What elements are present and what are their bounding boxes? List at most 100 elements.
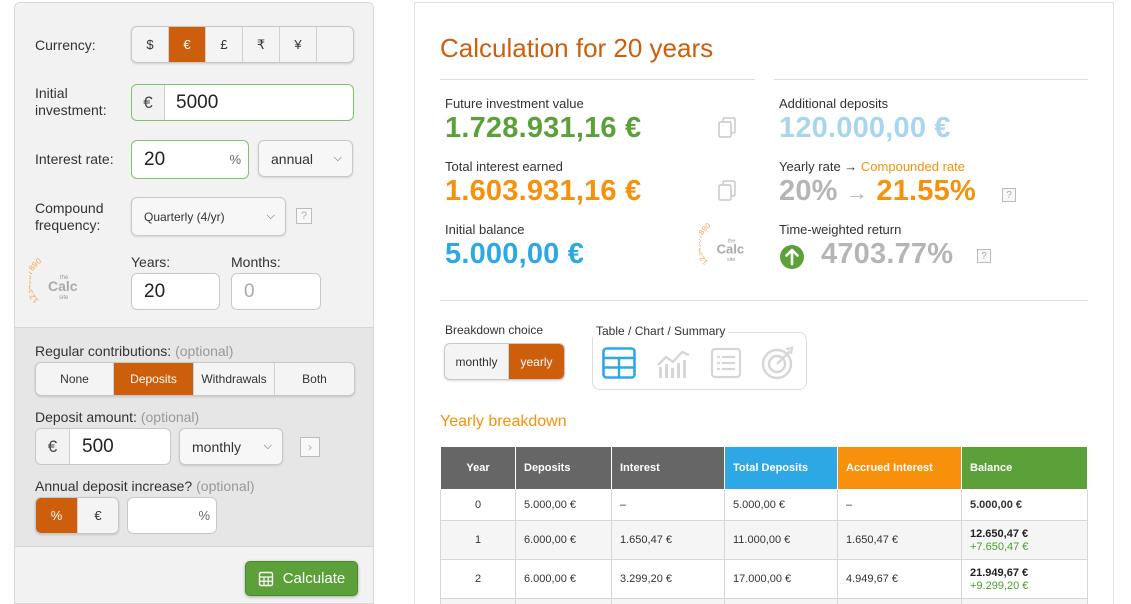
summary-view-icon[interactable] bbox=[710, 347, 742, 379]
compounded-rate-value: 21.55% bbox=[876, 175, 976, 207]
contribution-type-selector: None Deposits Withdrawals Both bbox=[35, 362, 355, 396]
future-value: 1.728.931,16 € bbox=[445, 112, 642, 144]
months-label: Months: bbox=[231, 254, 281, 270]
table-row: 2 6.000,00 € 3.299,20 € 17.000,00 € 4.94… bbox=[440, 559, 1088, 599]
calculate-button[interactable]: Calculate bbox=[245, 561, 358, 596]
contribution-none[interactable]: None bbox=[36, 363, 114, 395]
months-input[interactable]: 0 bbox=[231, 273, 321, 310]
total-interest-value: 1.603.931,16 € bbox=[445, 175, 642, 207]
breakdown-choice-label: Breakdown choice bbox=[445, 323, 544, 337]
interest-rate-input[interactable]: 20 % bbox=[131, 140, 249, 179]
increase-percent[interactable]: % bbox=[36, 498, 78, 533]
currency-prefix: € bbox=[36, 429, 70, 464]
balance-cell: 5.000,00 € bbox=[961, 489, 1088, 521]
additional-deposits-label: Additional deposits bbox=[779, 96, 889, 111]
calculator-form-panel: Currency: $ € £ ₹ ¥ Initial investment: … bbox=[14, 2, 374, 604]
increase-type-selector: % € bbox=[35, 497, 119, 534]
currency-eur[interactable]: € bbox=[169, 27, 206, 62]
currency-gbp[interactable]: £ bbox=[206, 27, 243, 62]
col-deposits[interactable]: Deposits bbox=[515, 446, 612, 490]
results-panel: Calculation for 20 years Future investme… bbox=[414, 2, 1114, 604]
chevron-down-icon: ⌵ bbox=[266, 210, 275, 222]
rate-values: 20% → 21.55% bbox=[779, 175, 976, 208]
col-total-deposits[interactable]: Total Deposits bbox=[724, 446, 838, 490]
compound-frequency-label: Compound frequency: bbox=[35, 200, 104, 233]
table-row: 0 5.000,00 € – 5.000,00 € – 5.000,00 € bbox=[440, 489, 1088, 521]
arrow-up-circle-icon bbox=[780, 245, 804, 269]
col-interest[interactable]: Interest bbox=[611, 446, 725, 490]
table-view-icon[interactable] bbox=[602, 347, 636, 379]
balance-cell: 12.650,47 € +7.650,47 € bbox=[961, 520, 1088, 560]
chevron-down-icon: ⌵ bbox=[333, 152, 342, 164]
initial-balance-label: Initial balance bbox=[445, 222, 525, 237]
currency-prefix: € bbox=[132, 85, 165, 120]
deposit-amount-input[interactable]: € 500 bbox=[35, 428, 171, 465]
currency-jpy[interactable]: ¥ bbox=[280, 27, 317, 62]
contribution-both[interactable]: Both bbox=[275, 363, 354, 395]
future-value-label: Future investment value bbox=[445, 96, 584, 111]
col-year[interactable]: Year bbox=[440, 446, 516, 490]
twr-value: 4703.77% bbox=[821, 238, 954, 270]
help-icon[interactable]: ? bbox=[977, 249, 991, 263]
thecalcsite-logo: 1234567890 the Calc site bbox=[29, 256, 78, 305]
breakdown-yearly[interactable]: yearly bbox=[509, 344, 564, 379]
annual-increase-label: Annual deposit increase? (optional) bbox=[35, 478, 255, 494]
chart-view-icon[interactable] bbox=[656, 347, 692, 379]
contribution-withdrawals[interactable]: Withdrawals bbox=[194, 363, 275, 395]
divider bbox=[440, 300, 1088, 301]
total-interest-label: Total interest earned bbox=[445, 159, 563, 174]
col-accrued-interest[interactable]: Accrued Interest bbox=[837, 446, 962, 490]
svg-text:Calc: Calc bbox=[48, 278, 78, 294]
contribution-deposits[interactable]: Deposits bbox=[114, 363, 194, 395]
results-title: Calculation for 20 years bbox=[440, 33, 714, 63]
percent-suffix: % bbox=[229, 152, 241, 167]
svg-text:site: site bbox=[59, 295, 69, 301]
view-selector-label: Table / Chart / Summary bbox=[593, 324, 729, 338]
increase-euro[interactable]: € bbox=[78, 498, 118, 533]
initial-investment-input[interactable]: € 5000 bbox=[131, 84, 354, 121]
yearly-rate-value: 20% bbox=[779, 175, 838, 207]
breakdown-monthly[interactable]: monthly bbox=[445, 344, 509, 379]
chevron-down-icon: ⌵ bbox=[263, 440, 272, 452]
initial-investment-label: Initial investment: bbox=[35, 85, 107, 118]
breakdown-toggle: monthly yearly bbox=[444, 343, 565, 380]
copy-icon[interactable] bbox=[717, 117, 737, 139]
currency-other[interactable] bbox=[317, 27, 353, 62]
svg-text:Calc: Calc bbox=[717, 242, 744, 257]
chevron-right-icon[interactable]: › bbox=[300, 437, 320, 457]
divider bbox=[774, 79, 1088, 80]
col-balance[interactable]: Balance bbox=[961, 446, 1088, 490]
svg-text:1234567890: 1234567890 bbox=[29, 256, 44, 305]
help-icon[interactable]: ? bbox=[1002, 188, 1016, 202]
help-icon[interactable]: ? bbox=[296, 208, 312, 224]
initial-balance-value: 5.000,00 € bbox=[445, 238, 585, 270]
thecalcsite-logo: 1234567890 the Calc site bbox=[699, 221, 744, 267]
rate-labels: Yearly rate → Compounded rate bbox=[779, 159, 965, 174]
yearly-breakdown-table: Year Deposits Interest Total Deposits Ac… bbox=[440, 446, 1088, 604]
twr-label: Time-weighted return bbox=[779, 222, 902, 237]
years-input[interactable]: 20 bbox=[131, 273, 220, 310]
svg-text:1234567890: 1234567890 bbox=[699, 221, 712, 267]
goal-view-icon[interactable] bbox=[760, 346, 796, 380]
regular-contributions-label: Regular contributions: (optional) bbox=[35, 343, 234, 359]
table-row: 1 6.000,00 € 1.650,47 € 11.000,00 € 1.65… bbox=[440, 520, 1088, 560]
svg-text:site: site bbox=[727, 257, 736, 263]
copy-icon[interactable] bbox=[717, 180, 737, 202]
annual-increase-input[interactable]: % bbox=[127, 497, 217, 534]
initial-investment-value: 5000 bbox=[176, 91, 219, 113]
additional-deposits-value: 120.000,00 € bbox=[779, 112, 951, 144]
deposit-frequency-select[interactable]: monthly ⌵ bbox=[179, 428, 283, 465]
compound-frequency-select[interactable]: Quarterly (4/yr) ⌵ bbox=[131, 197, 286, 236]
years-label: Years: bbox=[131, 254, 171, 270]
balance-cell: 21.949,67 € +9.299,20 € bbox=[961, 559, 1088, 599]
deposit-amount-label: Deposit amount: (optional) bbox=[35, 409, 200, 425]
interest-rate-label: Interest rate: bbox=[35, 151, 114, 167]
breakdown-title: Yearly breakdown bbox=[440, 413, 567, 430]
currency-label: Currency: bbox=[35, 37, 96, 53]
rate-period-select[interactable]: annual ⌵ bbox=[258, 140, 353, 177]
currency-inr[interactable]: ₹ bbox=[243, 27, 280, 62]
currency-selector: $ € £ ₹ ¥ bbox=[131, 26, 354, 63]
currency-usd[interactable]: $ bbox=[132, 27, 169, 62]
arrow-right-icon: → bbox=[845, 180, 869, 205]
interest-rate-value: 20 bbox=[144, 148, 166, 170]
